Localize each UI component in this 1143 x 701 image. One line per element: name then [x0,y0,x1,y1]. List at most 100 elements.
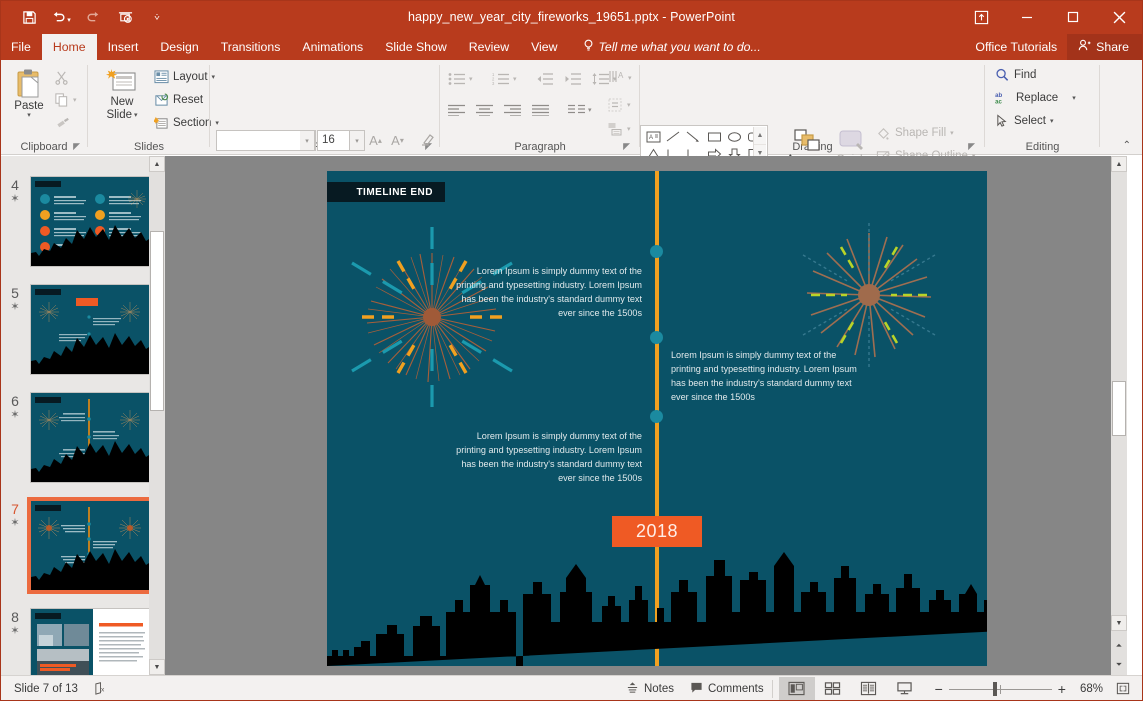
timeline-end-badge[interactable]: TIMELINE END [327,182,445,202]
chevron-down-icon[interactable]: ▾ [134,112,138,120]
shape-line-icon[interactable] [663,128,683,145]
scroll-down-icon[interactable]: ▼ [1111,615,1127,631]
copy-button[interactable]: ▾ [54,92,77,107]
tab-home[interactable]: Home [41,34,97,60]
zoom-out-button[interactable]: − [923,676,949,701]
thumbnail-image[interactable] [30,176,151,267]
view-normal-button[interactable] [778,676,815,701]
replace-button[interactable]: ab ac Replace ▾ [995,91,1076,105]
align-left-button[interactable] [448,104,465,116]
tab-animations[interactable]: Animations [291,34,374,60]
shape-rectangle-icon[interactable] [704,128,724,145]
proofing-icon[interactable]: x [86,676,116,701]
find-button[interactable]: Find [995,68,1036,82]
zoom-slider-handle[interactable] [992,681,997,696]
thumbnail-image-selected[interactable] [27,497,154,594]
thumbnail-image[interactable] [30,284,151,375]
scrollbar-thumb[interactable] [1112,381,1126,436]
chevron-down-icon[interactable]: ▾ [73,96,77,104]
view-slide-show-button[interactable] [887,677,923,701]
paragraph-dialog-launcher[interactable]: ◤ [623,141,630,152]
fit-slide-to-window-button[interactable] [1109,676,1143,701]
collapse-ribbon-icon[interactable]: ⌃ [1123,140,1131,151]
bullets-button[interactable]: ▾ [448,72,473,86]
cut-button[interactable] [54,70,69,85]
tab-review[interactable]: Review [458,34,520,60]
font-size-dropdown-icon[interactable]: ▾ [350,130,365,151]
timeline-text-block-1[interactable]: Lorem Ipsum is simply dummy text of the … [447,265,642,321]
numbering-button[interactable]: 123 ▾ [492,72,517,86]
justify-button[interactable] [532,104,549,116]
minimize-button[interactable] [1004,0,1050,34]
previous-slide-icon[interactable]: ⏶ [1111,641,1127,651]
maximize-button[interactable] [1050,0,1096,34]
align-text-button[interactable]: ▾ [608,98,631,112]
notes-button[interactable]: Notes [618,676,682,701]
thumbnail-slide-8[interactable]: 8 ✶ [0,608,165,675]
thumbnail-slide-6[interactable]: 6 ✶ [0,392,165,483]
chevron-down-icon[interactable]: ▾ [27,112,31,120]
view-slide-sorter-button[interactable] [815,677,851,701]
scrollbar-thumb[interactable] [150,231,164,411]
chevron-down-icon[interactable]: ▾ [627,125,631,133]
next-slide-icon[interactable]: ⏷ [1111,660,1127,670]
current-slide[interactable]: TIMELINE END Lorem Ipsum is simply dummy… [327,171,987,666]
chevron-down-icon[interactable]: ▾ [627,101,631,109]
columns-button[interactable]: ▾ [568,104,592,116]
convert-to-smartart-button[interactable]: ▾ [608,122,631,136]
paste-button[interactable]: Paste ▾ [6,68,52,120]
scroll-up-icon[interactable]: ▲ [149,156,165,172]
slide-thumbnail-pane[interactable]: 4 ✶ 5 ✶ 6 ✶ 7 ✶ 8 ✶ ▲ ▼ [0,156,165,675]
decrease-indent-button[interactable] [536,72,554,86]
tab-design[interactable]: Design [149,34,209,60]
timeline-dot-1[interactable] [650,245,663,258]
thumbnail-image[interactable] [30,608,151,675]
timeline-dot-2[interactable] [650,331,663,344]
thumbnail-slide-7[interactable]: 7 ✶ [0,497,165,594]
thumbnail-slide-4[interactable]: 4 ✶ [0,176,165,267]
increase-font-size-button[interactable]: A ▴ [366,130,385,151]
timeline-text-block-3[interactable]: Lorem Ipsum is simply dummy text of the … [447,430,642,486]
thumbnail-slide-5[interactable]: 5 ✶ [0,284,165,375]
share-button[interactable]: Share [1067,34,1143,60]
account-name[interactable]: Office Tutorials [965,40,1067,54]
comments-button[interactable]: Comments [682,676,772,701]
format-painter-button[interactable] [55,115,71,130]
tab-transitions[interactable]: Transitions [210,34,292,60]
thumbnail-image[interactable] [30,392,151,483]
chevron-down-icon[interactable]: ▾ [1072,94,1076,102]
tab-slide-show[interactable]: Slide Show [374,34,458,60]
align-center-button[interactable] [476,104,493,116]
scroll-up-icon[interactable]: ▲ [1111,156,1127,172]
chevron-down-icon[interactable]: ▾ [950,129,954,137]
timeline-text-block-2[interactable]: Lorem Ipsum is simply dummy text of the … [671,349,861,405]
shape-textbox-icon[interactable]: A [643,128,663,145]
thumbnail-pane-scrollbar[interactable]: ▲ ▼ [149,156,165,675]
reset-button[interactable]: Reset [154,93,203,107]
gallery-scroll-up-icon[interactable]: ▲ [754,127,766,146]
font-size-input[interactable]: 16 [317,130,350,151]
chevron-down-icon[interactable]: ▾ [1050,117,1054,125]
font-name-dropdown-icon[interactable]: ▾ [300,130,315,151]
close-button[interactable] [1096,0,1143,34]
zoom-in-button[interactable]: + [1052,676,1074,701]
decrease-font-size-button[interactable]: A ▾ [388,130,407,151]
text-direction-button[interactable]: A ▾ [608,70,632,85]
tab-insert[interactable]: Insert [97,34,150,60]
tab-view[interactable]: View [520,34,568,60]
zoom-level-label[interactable]: 68% [1074,676,1109,701]
view-reading-button[interactable] [851,677,887,701]
ribbon-display-options-icon[interactable] [958,0,1004,34]
shape-arrow-icon[interactable] [684,128,704,145]
chevron-down-icon[interactable]: ▾ [588,106,592,114]
increase-indent-button[interactable] [564,72,582,86]
slide-editing-surface[interactable]: TIMELINE END Lorem Ipsum is simply dummy… [165,156,1127,675]
slide-view-scrollbar[interactable]: ▲ ▼ ⏶ ⏷ [1111,156,1127,675]
slide-indicator[interactable]: Slide 7 of 13 [0,676,86,701]
chevron-down-icon[interactable]: ▾ [469,75,473,83]
new-slide-button[interactable]: New Slide ▾ [96,68,148,122]
chevron-down-icon[interactable]: ▾ [513,75,517,83]
tell-me-search[interactable]: Tell me what you want to do... [569,34,771,60]
zoom-slider[interactable] [948,676,1052,701]
timeline-dot-3[interactable] [650,410,663,423]
